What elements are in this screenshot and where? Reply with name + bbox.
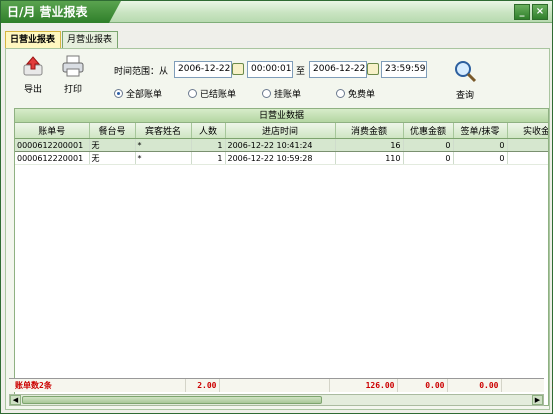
to-label: 至 (296, 67, 306, 77)
col-consume-amount[interactable]: 消费金额 (335, 123, 404, 139)
query-label: 查询 (455, 91, 474, 101)
radio-all-bills[interactable]: 全部账单 (114, 87, 162, 100)
report-panel: 导出 打印 时间范围：从 2006-12-22 00:00:01 至 2006-… (5, 48, 550, 410)
printer-icon (62, 55, 84, 77)
cell-guest-name: * (135, 138, 192, 152)
cell-people: 1 (191, 151, 226, 165)
col-guest-name[interactable]: 宾客姓名 (135, 123, 192, 139)
summary-spacer (219, 379, 330, 392)
daily-data-grid: 日营业数据 账单号 餐台号 宾客姓名 人数 进店时间 消费金额 优惠金额 签单/… (14, 108, 549, 406)
bill-count: 账单数2条 (9, 379, 186, 392)
col-received-amount[interactable]: 实收金额 (507, 123, 548, 139)
start-date-input[interactable]: 2006-12-22 (174, 61, 232, 78)
col-bill-number[interactable]: 账单号 (15, 123, 90, 139)
report-window: 日/月 营业报表 _ × 日营业报表 月营业报表 导出 打印 时间范围：从 20… (0, 0, 553, 414)
discount-total: 0.00 (397, 379, 448, 392)
cell-sign-rounding: 0 (453, 151, 508, 165)
radio-free-bills-label: 免费单 (348, 90, 376, 100)
cell-discount-amount: 0 (403, 151, 454, 165)
cell-table-number: 无 (89, 151, 136, 165)
radio-dot (188, 89, 197, 98)
people-total: 2.00 (185, 379, 220, 392)
end-time-input[interactable]: 23:59:59 (381, 61, 427, 78)
received-total: 126 (501, 379, 553, 392)
cell-bill-number: 0000612200001 (15, 138, 90, 152)
cell-discount-amount: 0 (403, 138, 454, 152)
scroll-left-icon[interactable]: ◀ (10, 395, 21, 405)
summary-row: 账单数2条 2.00 126.00 0.00 0.00 126 (9, 379, 553, 392)
radio-credit-bills-label: 挂账单 (274, 90, 302, 100)
col-people[interactable]: 人数 (191, 123, 226, 139)
start-time-input[interactable]: 00:00:01 (247, 61, 293, 78)
consume-total: 126.00 (329, 379, 398, 392)
export-label: 导出 (23, 85, 42, 95)
col-discount-amount[interactable]: 优惠金额 (403, 123, 454, 139)
query-button[interactable]: 查询 (450, 59, 480, 101)
radio-all-bills-label: 全部账单 (126, 90, 163, 100)
radio-dot (262, 89, 271, 98)
cell-guest-name: * (135, 151, 192, 165)
scroll-thumb[interactable] (22, 396, 322, 404)
print-label: 打印 (63, 85, 82, 95)
data-table: 账单号 餐台号 宾客姓名 人数 进店时间 消费金额 优惠金额 签单/抹零 实收金… (15, 123, 548, 165)
radio-dot (336, 89, 345, 98)
export-icon (23, 56, 43, 76)
cell-received-amount (507, 138, 548, 152)
cell-bill-number: 0000612220001 (15, 151, 90, 165)
calendar-icon[interactable] (232, 63, 244, 75)
col-sign-rounding[interactable]: 签单/抹零 (453, 123, 508, 139)
cell-enter-time: 2006-12-22 10:59:28 (225, 151, 336, 165)
title-bar: 日/月 营业报表 _ × (1, 1, 552, 23)
radio-settled-bills-label: 已结账单 (200, 90, 237, 100)
cell-consume-amount: 16 (335, 138, 404, 152)
cell-enter-time: 2006-12-22 10:41:24 (225, 138, 336, 152)
horizontal-scrollbar[interactable]: ◀ ▶ (9, 394, 544, 406)
cell-people: 1 (191, 138, 226, 152)
cell-received-amount (507, 151, 548, 165)
radio-free-bills[interactable]: 免费单 (336, 87, 375, 100)
radio-settled-bills[interactable]: 已结账单 (188, 87, 236, 100)
sign-total: 0.00 (447, 379, 502, 392)
scroll-right-icon[interactable]: ▶ (532, 395, 543, 405)
export-button[interactable]: 导出 (18, 55, 48, 95)
search-icon (455, 61, 477, 83)
cell-sign-rounding: 0 (453, 138, 508, 152)
radio-dot (114, 89, 123, 98)
col-table-number[interactable]: 餐台号 (89, 123, 136, 139)
end-date-input[interactable]: 2006-12-22 (309, 61, 367, 78)
tab-monthly-report[interactable]: 月营业报表 (62, 31, 118, 48)
close-icon[interactable]: × (532, 4, 548, 20)
table-row[interactable]: 0000612220001 无 * 1 2006-12-22 10:59:28 … (15, 151, 548, 165)
table-row[interactable]: 0000612200001 无 * 1 2006-12-22 10:41:24 … (15, 138, 548, 152)
col-enter-time[interactable]: 进店时间 (225, 123, 336, 139)
summary-table: 账单数2条 2.00 126.00 0.00 0.00 126 (9, 379, 553, 392)
tab-daily-report[interactable]: 日营业报表 (5, 31, 61, 48)
print-button[interactable]: 打印 (58, 55, 88, 95)
calendar-icon[interactable] (367, 63, 379, 75)
grid-title: 日营业数据 (15, 109, 548, 123)
summary-footer: 账单数2条 2.00 126.00 0.00 0.00 126 (9, 378, 553, 392)
time-range-label: 时间范围：从 (114, 67, 169, 77)
radio-credit-bills[interactable]: 挂账单 (262, 87, 301, 100)
cell-consume-amount: 110 (335, 151, 404, 165)
cell-table-number: 无 (89, 138, 136, 152)
minimize-icon[interactable]: _ (514, 4, 530, 20)
window-title: 日/月 营业报表 (1, 1, 121, 23)
